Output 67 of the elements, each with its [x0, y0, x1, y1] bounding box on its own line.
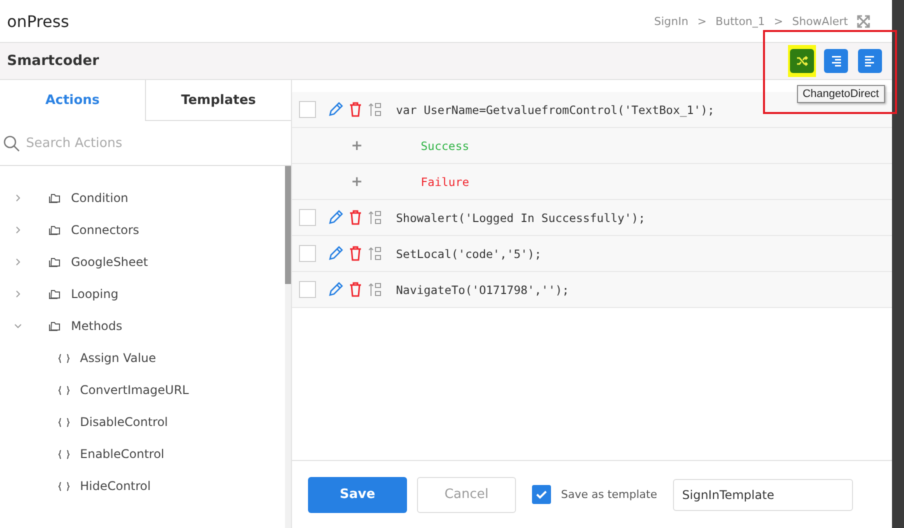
expand-icon[interactable] — [857, 14, 870, 28]
scrollbar[interactable] — [285, 166, 291, 528]
chevron-icon — [14, 194, 22, 202]
save-button[interactable]: Save — [308, 476, 407, 512]
tree-item[interactable]: GoogleSheet — [0, 246, 285, 278]
tree-item[interactable]: EnableControl — [0, 438, 285, 470]
tree-item[interactable]: Methods — [0, 310, 285, 342]
folder-icon — [48, 192, 61, 204]
pencil-icon[interactable] — [328, 282, 343, 297]
checkbox-label: Save as template — [561, 488, 658, 501]
branch-label: Failure — [420, 174, 470, 188]
checkbox[interactable] — [299, 281, 316, 298]
braces-icon — [58, 482, 70, 490]
pencil-icon[interactable] — [328, 102, 343, 117]
trash-icon[interactable] — [349, 246, 362, 261]
checkbox[interactable] — [299, 245, 316, 262]
pencil-icon[interactable] — [328, 210, 343, 225]
tooltip: ChangetoDirect — [796, 85, 885, 103]
checkbox[interactable] — [299, 209, 316, 226]
reorder-icon[interactable] — [368, 102, 382, 117]
reorder-icon[interactable] — [368, 210, 382, 225]
reorder-icon[interactable] — [368, 246, 382, 261]
code-statement: Showalert('Logged In Successfully'); — [396, 210, 646, 224]
shuffle-button[interactable] — [790, 49, 814, 73]
breadcrumb-separator: > — [774, 14, 784, 28]
tab[interactable]: Templates — [145, 80, 291, 121]
code-statement: SetLocal('code','5'); — [396, 246, 542, 260]
search-icon — [3, 134, 20, 152]
braces-icon — [58, 386, 70, 394]
panel-title: Smartcoder — [7, 53, 100, 69]
braces-icon — [58, 354, 70, 362]
tree-item[interactable]: HideControl — [0, 470, 285, 502]
chevron-icon — [14, 322, 22, 330]
align-left-button[interactable] — [858, 49, 882, 73]
chevron-icon — [14, 226, 22, 234]
breadcrumb-separator: > — [697, 14, 707, 28]
folder-icon — [48, 320, 61, 332]
folder-icon — [48, 224, 61, 236]
folder-icon — [48, 288, 61, 300]
template-name-field[interactable]: SignInTemplate — [673, 478, 854, 510]
trash-icon[interactable] — [349, 282, 362, 297]
tree-item[interactable]: Looping — [0, 278, 285, 310]
code-statement: NavigateTo('O171798',''); — [396, 282, 570, 296]
tree-item[interactable]: DisableControl — [0, 406, 285, 438]
chevron-icon — [14, 258, 22, 266]
braces-icon — [58, 418, 70, 426]
align-right-icon — [830, 55, 842, 67]
checkbox[interactable] — [299, 101, 316, 118]
tree-item[interactable]: ConvertImageURL — [0, 374, 285, 406]
branch-label: Success — [420, 138, 470, 152]
folder-icon — [48, 256, 61, 268]
align-right-button[interactable] — [824, 49, 848, 73]
pencil-icon[interactable] — [328, 246, 343, 261]
trash-icon[interactable] — [349, 102, 362, 117]
checkbox[interactable] — [532, 485, 551, 504]
tree-item[interactable]: Connectors — [0, 214, 285, 246]
page-title: onPress — [7, 12, 70, 30]
align-left-icon — [864, 55, 876, 67]
tree-item[interactable]: Condition — [0, 182, 285, 214]
code-statement: var UserName=GetvaluefromControl('TextBox_1'); — [396, 102, 714, 116]
braces-icon — [58, 450, 70, 458]
shuffle-icon — [796, 55, 808, 67]
chevron-icon — [14, 290, 22, 298]
check-icon — [536, 490, 547, 499]
tree-item[interactable]: Assign Value — [0, 342, 285, 374]
trash-icon[interactable] — [349, 210, 362, 225]
reorder-icon[interactable] — [368, 282, 382, 297]
